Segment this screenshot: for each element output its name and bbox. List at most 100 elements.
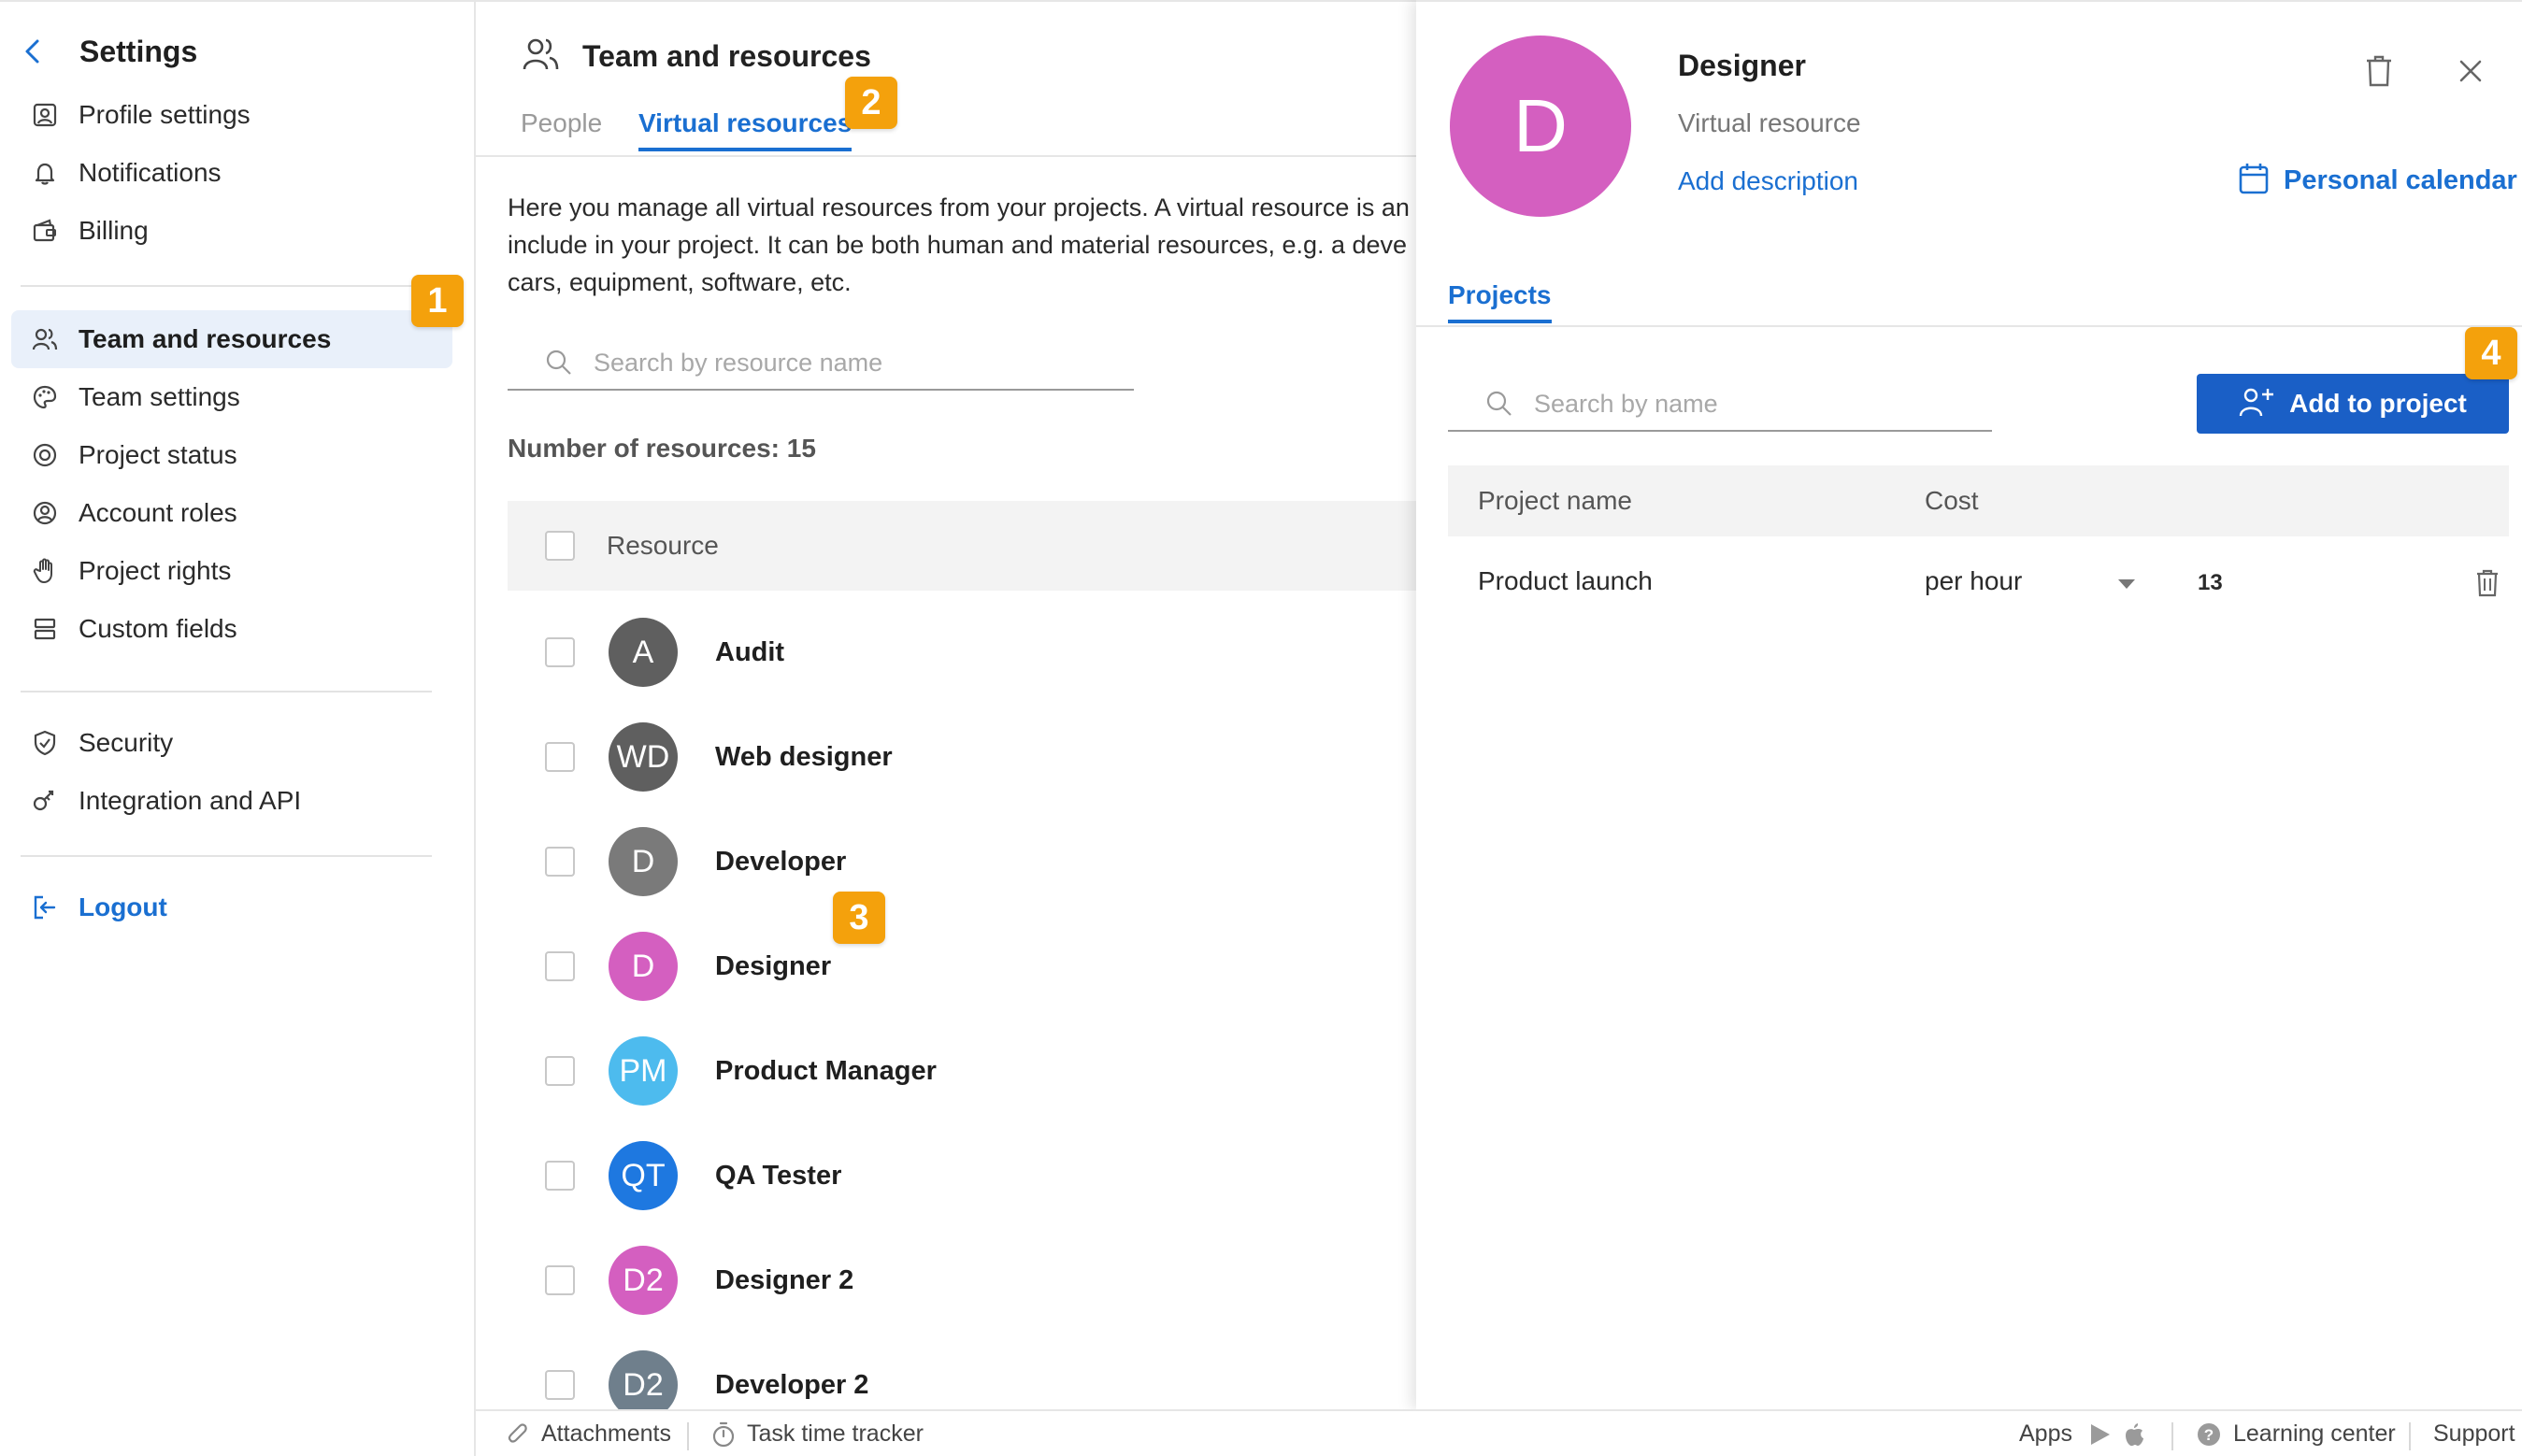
- google-play-icon[interactable]: [2089, 1422, 2112, 1447]
- project-table-header: Project name Cost: [1448, 465, 2509, 536]
- sidebar-group-logout: Logout: [11, 878, 452, 936]
- add-user-icon: [2239, 386, 2276, 422]
- close-icon[interactable]: [2452, 50, 2489, 92]
- table-row: Product launch per hour 13: [1448, 548, 2509, 619]
- resource-name[interactable]: QA Tester: [715, 1161, 841, 1192]
- fields-icon: [30, 614, 60, 644]
- table-row[interactable]: A Audit: [508, 600, 1416, 705]
- apple-icon[interactable]: [2123, 1421, 2145, 1448]
- select-all-checkbox[interactable]: [545, 531, 575, 561]
- chevron-down-icon[interactable]: [2117, 578, 2136, 594]
- table-row[interactable]: D Designer: [508, 914, 1416, 1019]
- sidebar-item-project-rights[interactable]: Project rights: [11, 542, 452, 600]
- tab-people[interactable]: People: [521, 108, 602, 148]
- learning-center-link[interactable]: ? Learning center: [2196, 1420, 2396, 1448]
- task-time-tracker-link[interactable]: Task time tracker: [711, 1420, 924, 1448]
- callout-badge-4: 4: [2465, 327, 2517, 379]
- avatar: PM: [609, 1036, 678, 1106]
- sidebar-item-project-status[interactable]: Project status: [11, 426, 452, 484]
- support-label: Support: [2433, 1420, 2515, 1447]
- table-row[interactable]: QT QA Tester: [508, 1123, 1416, 1228]
- sidebar-item-custom-fields[interactable]: Custom fields: [11, 600, 452, 658]
- avatar: D2: [609, 1246, 678, 1315]
- search-placeholder: Search by name: [1534, 389, 1718, 418]
- back-arrow-icon[interactable]: [5, 28, 61, 75]
- sidebar-item-profile-settings[interactable]: Profile settings: [11, 86, 452, 144]
- callout-badge-1: 1: [411, 275, 464, 327]
- row-checkbox[interactable]: [545, 847, 575, 877]
- resource-tabs: People Virtual resources: [476, 95, 1416, 157]
- footer-bar: Attachments Task time tracker Apps ? Lea…: [474, 1409, 2522, 1456]
- project-name[interactable]: Product launch: [1478, 566, 1653, 596]
- personal-calendar-label: Personal calendar: [2284, 165, 2517, 195]
- resource-detail-panel: D Designer Virtual resource Add descript…: [1416, 0, 2522, 1409]
- resource-name[interactable]: Designer: [715, 951, 831, 982]
- table-row[interactable]: WD Web designer: [508, 705, 1416, 809]
- row-checkbox[interactable]: [545, 1056, 575, 1086]
- resource-name[interactable]: Web designer: [715, 742, 893, 773]
- row-checkbox[interactable]: [545, 1161, 575, 1191]
- sidebar-item-team-and-resources[interactable]: Team and resources: [11, 310, 452, 368]
- cost-value-input[interactable]: 13: [2198, 570, 2223, 596]
- sidebar-item-notifications[interactable]: Notifications: [11, 144, 452, 202]
- team-resources-main: Team and resources People Virtual resour…: [474, 0, 1416, 1409]
- add-to-project-button[interactable]: Add to project: [2197, 374, 2509, 434]
- sidebar-item-label: Team and resources: [79, 324, 332, 353]
- resource-search-input[interactable]: Search by resource name: [508, 336, 1134, 391]
- calendar-icon: [2239, 163, 2269, 199]
- row-checkbox[interactable]: [545, 637, 575, 667]
- row-checkbox[interactable]: [545, 1370, 575, 1400]
- table-row[interactable]: D2 Developer 2: [508, 1333, 1416, 1409]
- callout-badge-3: 3: [833, 892, 885, 944]
- sidebar-item-billing[interactable]: Billing: [11, 202, 452, 260]
- sidebar-item-integration-and-api[interactable]: Integration and API: [11, 772, 452, 830]
- trash-icon[interactable]: [2360, 50, 2398, 92]
- row-checkbox[interactable]: [545, 1265, 575, 1295]
- sidebar-title: Settings: [79, 34, 198, 68]
- resource-name[interactable]: Audit: [715, 637, 784, 668]
- intro-line: cars, equipment, software, etc.: [508, 268, 852, 296]
- logout-label: Logout: [79, 892, 167, 921]
- sidebar-item-security[interactable]: Security: [11, 714, 452, 772]
- tab-projects[interactable]: Projects: [1448, 280, 1552, 323]
- row-checkbox[interactable]: [545, 951, 575, 981]
- settings-sidebar: Settings Profile settings Notifications …: [0, 0, 474, 1456]
- resource-name[interactable]: Developer 2: [715, 1370, 868, 1401]
- footer-divider: [687, 1422, 689, 1450]
- sidebar-item-team-settings[interactable]: Team settings: [11, 368, 452, 426]
- learning-center-label: Learning center: [2233, 1420, 2396, 1447]
- resource-name[interactable]: Product Manager: [715, 1056, 937, 1087]
- logout-button[interactable]: Logout: [11, 878, 452, 936]
- sidebar-header: Settings: [0, 28, 197, 75]
- add-to-project-label: Add to project: [2289, 389, 2467, 418]
- table-row[interactable]: PM Product Manager: [508, 1019, 1416, 1123]
- personal-calendar-button[interactable]: Personal calendar: [2239, 163, 2517, 199]
- avatar: D: [609, 827, 678, 896]
- sidebar-item-label: Security: [79, 728, 174, 757]
- avatar: D2: [609, 1350, 678, 1409]
- team-icon: [523, 37, 560, 76]
- resource-name[interactable]: Developer: [715, 847, 846, 878]
- shield-icon: [30, 728, 60, 758]
- sidebar-item-account-roles[interactable]: Account roles: [11, 484, 452, 542]
- table-row[interactable]: D2 Designer 2: [508, 1228, 1416, 1333]
- trash-icon[interactable]: [2471, 564, 2504, 602]
- cost-unit-select[interactable]: per hour: [1925, 566, 2022, 596]
- palette-icon: [30, 382, 60, 412]
- column-header-cost: Cost: [1925, 486, 1979, 515]
- sidebar-divider: [21, 855, 432, 857]
- integration-icon: [30, 786, 60, 816]
- team-icon: [30, 324, 60, 354]
- main-header: Team and resources: [523, 37, 871, 76]
- row-checkbox[interactable]: [545, 742, 575, 772]
- apps-label: Apps: [2019, 1420, 2072, 1447]
- table-row[interactable]: D Developer: [508, 809, 1416, 914]
- attachments-link[interactable]: Attachments: [506, 1420, 671, 1448]
- project-search-input[interactable]: Search by name: [1448, 378, 1992, 432]
- resource-name[interactable]: Designer 2: [715, 1265, 853, 1296]
- support-link[interactable]: Support: [2433, 1420, 2515, 1448]
- apps-link[interactable]: Apps: [2019, 1420, 2157, 1448]
- tab-virtual-resources[interactable]: Virtual resources: [638, 108, 853, 151]
- intro-line: Here you manage all virtual resources fr…: [508, 193, 1410, 221]
- add-description-link[interactable]: Add description: [1678, 166, 1858, 196]
